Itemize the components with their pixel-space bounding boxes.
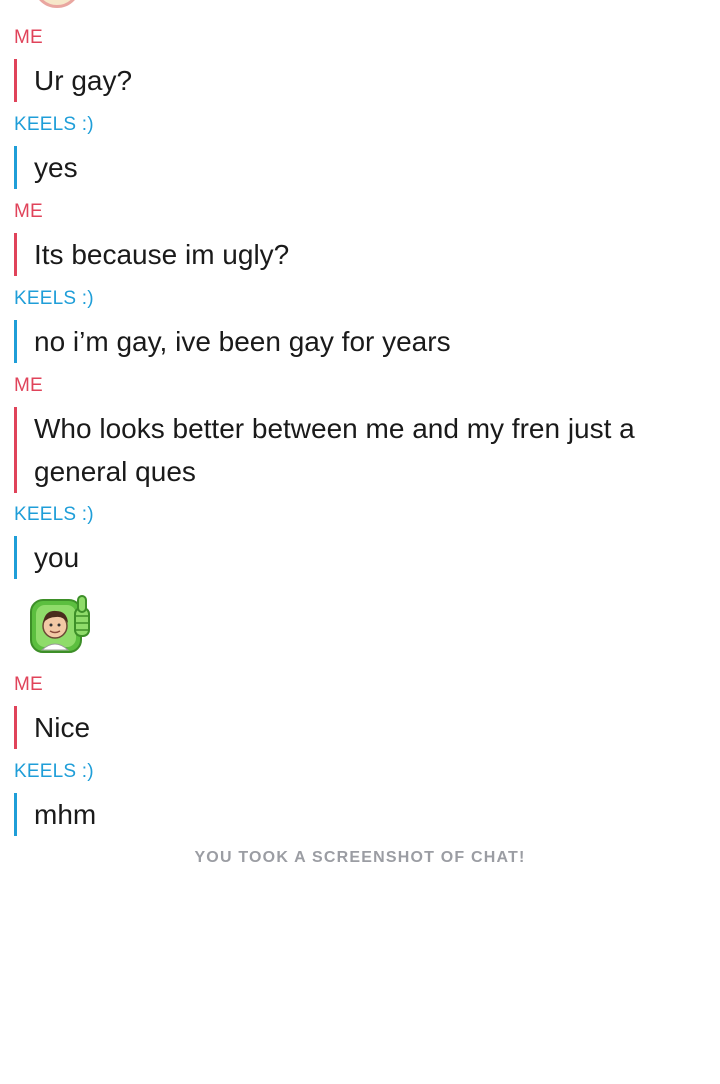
sender-label-me: ME [14, 375, 43, 396]
chat-message[interactable]: Nice [14, 706, 704, 749]
bitmoji-thumbs-up-icon[interactable] [28, 594, 94, 658]
sender-label-keels: KEELS :) [14, 114, 94, 135]
chat-message[interactable]: Ur gay? [14, 59, 704, 102]
chat-message[interactable]: you [14, 536, 704, 579]
sender-label-me: ME [14, 674, 43, 695]
screenshot-notice: YOU TOOK A SCREENSHOT OF CHAT! [194, 849, 526, 866]
sender-label-me: ME [14, 201, 43, 222]
chat-message[interactable]: Who looks better between me and my fren … [14, 407, 704, 493]
sender-label-keels: KEELS :) [14, 288, 94, 309]
sender-label-keels: KEELS :) [14, 761, 94, 782]
chat-message[interactable]: yes [14, 146, 704, 189]
sender-label-me: ME [14, 27, 43, 48]
chat-message[interactable]: Its because im ugly? [14, 233, 704, 276]
sender-label-keels: KEELS :) [14, 504, 94, 525]
partial-sticker-icon [33, 0, 81, 8]
chat-message[interactable]: no i’m gay, ive been gay for years [14, 320, 704, 363]
chat-message[interactable]: mhm [14, 793, 704, 836]
